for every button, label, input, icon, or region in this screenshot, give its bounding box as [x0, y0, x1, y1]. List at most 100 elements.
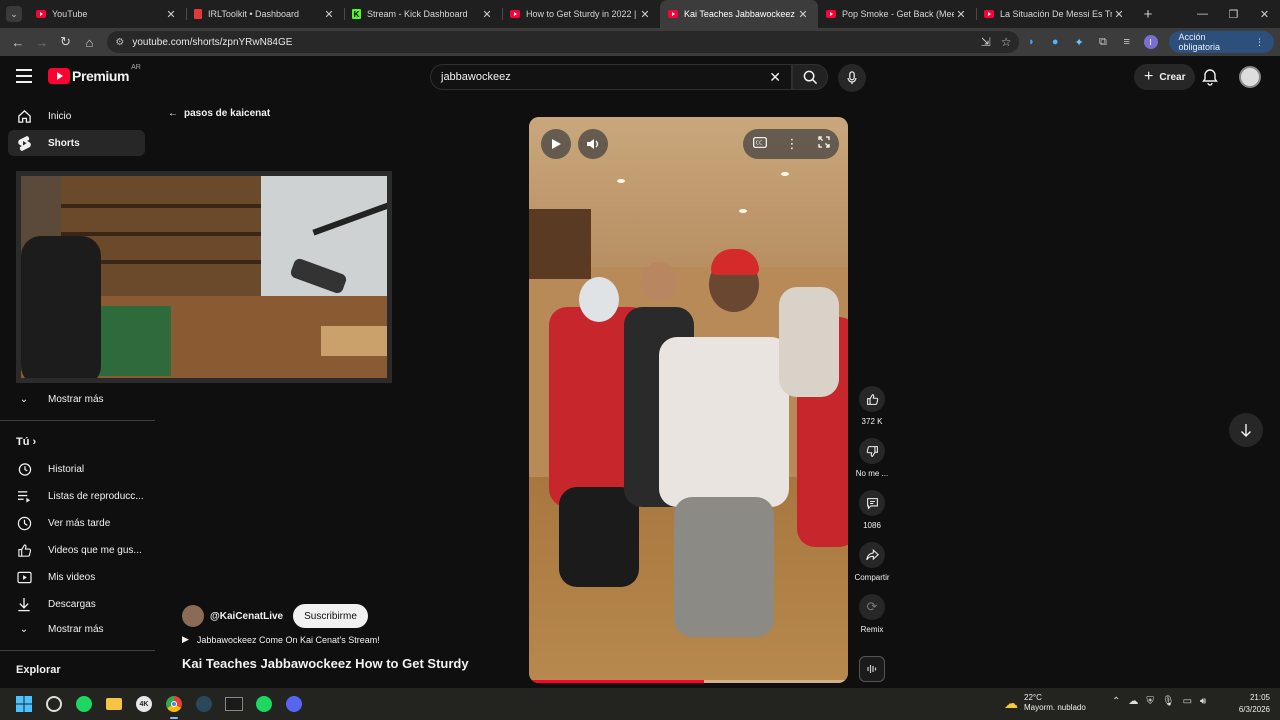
fullscreen-icon[interactable]	[817, 135, 830, 153]
site-info-icon[interactable]: ⚙	[115, 37, 124, 48]
browser-tab[interactable]: Pop Smoke - Get Back (Meet Th ✕	[818, 0, 976, 28]
display-icon[interactable]: ▭	[1183, 696, 1192, 707]
close-icon[interactable]: ✕	[1112, 8, 1126, 21]
tab-search-button[interactable]: ⌄	[0, 0, 28, 28]
close-icon[interactable]: ✕	[164, 8, 178, 21]
browser-tab[interactable]: IRLToolkit • Dashboard ✕	[186, 0, 344, 28]
file-explorer-icon[interactable]	[102, 692, 126, 716]
close-icon[interactable]: ✕	[638, 8, 652, 21]
close-icon[interactable]: ✕	[322, 8, 336, 21]
remix-label: Remix	[860, 625, 884, 634]
sidebar-item-liked-videos[interactable]: Videos que me gus...	[8, 537, 145, 563]
youtube-premium-logo[interactable]: Premium AR	[48, 64, 141, 84]
browser-tab[interactable]: YouTube ✕	[28, 0, 186, 28]
back-to-results-link[interactable]: ← pasos de kaicenat	[168, 108, 270, 119]
sound-info-button[interactable]	[859, 656, 885, 682]
close-icon[interactable]: ✕	[954, 8, 968, 21]
more-options-icon[interactable]: ⋮	[786, 136, 799, 152]
spotify-icon[interactable]	[252, 692, 276, 716]
channel-name[interactable]: @KaiCenatLive	[210, 611, 283, 622]
show-more-button[interactable]: ⌄ Mostrar más	[8, 386, 145, 412]
microphone-icon[interactable]: 🎙︎	[1162, 696, 1175, 707]
volume-icon[interactable]: 🔊︎	[1200, 696, 1206, 707]
play-button[interactable]	[541, 129, 571, 159]
sidebar-item-shorts[interactable]: Shorts	[8, 130, 145, 156]
spotify-icon[interactable]	[72, 692, 96, 716]
clear-search-icon[interactable]: ✕	[769, 69, 781, 86]
onedrive-icon[interactable]: ☁	[1128, 696, 1138, 707]
create-button[interactable]: + Crear	[1134, 64, 1196, 90]
browser-tab[interactable]: K Stream - Kick Dashboard ✕	[344, 0, 502, 28]
extensions-puzzle-icon[interactable]: ⧉	[1091, 30, 1115, 54]
obs-icon[interactable]	[42, 692, 66, 716]
4k-video-downloader-icon[interactable]: 4K	[132, 692, 156, 716]
chrome-icon[interactable]	[162, 692, 186, 719]
back-button[interactable]: ←	[6, 30, 30, 54]
profile-button[interactable]: I	[1139, 30, 1163, 54]
extension-icon[interactable]: ✦	[1067, 30, 1091, 54]
extension-icon[interactable]: ●	[1043, 30, 1067, 54]
reading-list-icon[interactable]: ≡	[1115, 30, 1139, 54]
weather-widget[interactable]: ☁ 22°C Mayorm. nublado	[1004, 693, 1086, 713]
dislike-label: No me ...	[855, 469, 889, 478]
like-button[interactable]: 372 K	[852, 386, 892, 426]
search-input[interactable]: jabbawockeez ✕	[430, 64, 792, 90]
steam-icon[interactable]	[192, 692, 216, 716]
volume-button[interactable]	[578, 129, 608, 159]
action-required-button[interactable]: Acción obligatoria ⋮	[1168, 31, 1275, 53]
new-tab-button[interactable]: +	[1134, 6, 1162, 23]
restore-button[interactable]: ❐	[1218, 8, 1249, 21]
tab-title: Kai Teaches Jabbawockeez How	[684, 9, 796, 19]
search-icon	[803, 70, 817, 84]
menu-icon[interactable]	[16, 69, 32, 83]
search-button[interactable]	[792, 64, 828, 90]
install-app-icon[interactable]: ⇲	[981, 35, 991, 49]
captions-icon[interactable]: CC	[752, 135, 767, 153]
minimize-button[interactable]: —	[1187, 8, 1218, 21]
short-video-player[interactable]: CC ⋮	[529, 117, 848, 683]
sidebar-item-label: Videos que me gus...	[48, 544, 142, 556]
music-row[interactable]: ▶ Jabbawockeez Come On Kai Cenat's Strea…	[182, 634, 380, 645]
browser-tab[interactable]: La Situación De Messi Es Triste ✕	[976, 0, 1134, 28]
sidebar-item-downloads[interactable]: Descargas	[8, 591, 145, 617]
taskbar-clock[interactable]: 21:05 6/3/2026	[1226, 692, 1270, 716]
discord-icon[interactable]	[282, 692, 306, 716]
account-avatar[interactable]	[1239, 66, 1261, 88]
voice-search-button[interactable]	[838, 64, 866, 92]
browser-toolbar: ← → ↻ ⌂ ⚙ youtube.com/shorts/zpnYRwN84GE…	[0, 28, 1280, 56]
extension-icon[interactable]: ◗	[1019, 30, 1043, 54]
microphone-icon	[847, 71, 857, 85]
close-icon[interactable]: ✕	[480, 8, 494, 21]
sidebar-item-home[interactable]: Inicio	[8, 103, 145, 129]
browser-tab-active[interactable]: Kai Teaches Jabbawockeez How ✕	[660, 0, 818, 28]
sidebar-item-history[interactable]: Historial	[8, 456, 145, 482]
home-button[interactable]: ⌂	[78, 30, 102, 54]
chevron-up-icon[interactable]: ⌃	[1112, 696, 1120, 707]
show-more-button[interactable]: ⌄ Mostrar más	[8, 616, 145, 642]
kick-studio-icon[interactable]	[222, 692, 246, 716]
you-section-heading[interactable]: Tú ›	[16, 436, 36, 448]
share-button[interactable]: Compartir	[852, 542, 892, 582]
dancer-pants	[559, 487, 639, 587]
sidebar-item-watch-later[interactable]: Ver más tarde	[8, 510, 145, 536]
windows-start-icon[interactable]	[12, 692, 36, 716]
remix-button[interactable]: ⟳ Remix	[852, 594, 892, 634]
close-icon[interactable]: ✕	[796, 8, 810, 21]
close-window-button[interactable]: ✕	[1249, 8, 1280, 21]
channel-avatar[interactable]	[182, 605, 204, 627]
address-bar[interactable]: ⚙ youtube.com/shorts/zpnYRwN84GE ⇲ ☆	[107, 31, 1020, 53]
dislike-button[interactable]: No me ...	[852, 438, 892, 478]
reload-button[interactable]: ↻	[54, 30, 78, 54]
notifications-bell-icon[interactable]	[1202, 68, 1218, 91]
browser-tab[interactable]: How to Get Sturdy in 2022 | Da ✕	[502, 0, 660, 28]
bookmark-star-icon[interactable]: ☆	[1001, 35, 1012, 49]
video-progress-bar[interactable]	[529, 680, 848, 683]
comments-button[interactable]: 1086	[852, 490, 892, 530]
tab-strip: ⌄ YouTube ✕ IRLToolkit • Dashboard ✕ K S…	[0, 0, 1280, 28]
next-short-button[interactable]	[1229, 413, 1263, 447]
sidebar-item-my-videos[interactable]: Mis videos	[8, 564, 145, 590]
subscribe-button[interactable]: Suscribirme	[293, 604, 368, 628]
forward-button[interactable]: →	[30, 30, 54, 54]
sidebar-item-playlists[interactable]: Listas de reproducc...	[8, 483, 145, 509]
security-icon[interactable]: ⛨	[1146, 696, 1154, 707]
